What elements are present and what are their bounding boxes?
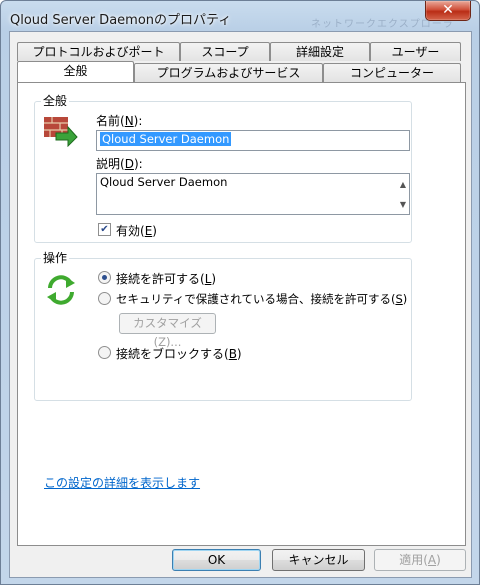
dialog-client-area: プロトコルおよびポート スコープ 詳細設定 ユーザー 全般 プログラムおよびサー… (9, 31, 472, 578)
scroll-up-icon[interactable]: ▲ (400, 180, 406, 189)
block-connection-radio[interactable] (98, 346, 111, 359)
tab-users[interactable]: ユーザー (370, 42, 461, 61)
refresh-arrows-icon (47, 275, 75, 305)
description-value: Qloud Server Daemon (100, 175, 228, 189)
firewall-rule-icon (44, 117, 78, 147)
cancel-button[interactable]: キャンセル (272, 549, 365, 571)
window-title: Qloud Server Daemonのプロパティ (10, 13, 232, 28)
tab-computers[interactable]: コンピューター (323, 63, 461, 82)
general-group (34, 101, 412, 243)
tab-general[interactable]: 全般 (17, 61, 134, 82)
tab-protocols-ports[interactable]: プロトコルおよびポート (17, 42, 180, 61)
action-group-label: 操作 (41, 249, 70, 266)
close-button[interactable]: ✕ (425, 1, 471, 21)
tab-advanced[interactable]: 詳細設定 (270, 42, 370, 61)
apply-button[interactable]: 適用(A) (374, 549, 466, 571)
properties-window: Qloud Server Daemonのプロパティ ネットワークエクスプローラ … (0, 0, 480, 585)
description-field[interactable]: Qloud Server Daemon ▲ ▼ (96, 173, 410, 215)
allow-secure-label: セキュリティで保護されている場合、接続を許可する(S) (116, 292, 408, 306)
ok-button[interactable]: OK (172, 549, 261, 571)
action-group (34, 258, 412, 401)
tab-scope[interactable]: スコープ (180, 42, 270, 61)
close-icon: ✕ (442, 2, 454, 18)
customize-button[interactable]: カスタマイズ(Z)... (119, 313, 216, 349)
tab-panel-general: 全般 名前(N): Qloud Server Daemon 説明(D): Qlo… (17, 82, 466, 546)
allow-connection-label: 接続を許可する(L) (116, 272, 217, 286)
name-field[interactable]: Qloud Server Daemon (96, 130, 410, 151)
name-field-value: Qloud Server Daemon (100, 132, 232, 146)
tab-programs-services[interactable]: プログラムおよびサービス (134, 63, 323, 82)
scroll-down-icon[interactable]: ▼ (400, 200, 406, 209)
title-bar[interactable]: Qloud Server Daemonのプロパティ ネットワークエクスプローラ … (1, 1, 479, 31)
allow-connection-radio[interactable] (98, 271, 111, 284)
block-connection-label: 接続をブロックする(B) (116, 347, 242, 361)
enabled-checkbox[interactable]: ✔ (98, 223, 111, 236)
name-label: 名前(N): (96, 114, 143, 128)
enabled-label: 有効(E) (116, 224, 157, 238)
allow-secure-radio[interactable] (98, 292, 111, 305)
description-label: 説明(D): (96, 157, 143, 171)
general-group-label: 全般 (41, 92, 70, 109)
help-link[interactable]: この設定の詳細を表示します (44, 474, 200, 491)
